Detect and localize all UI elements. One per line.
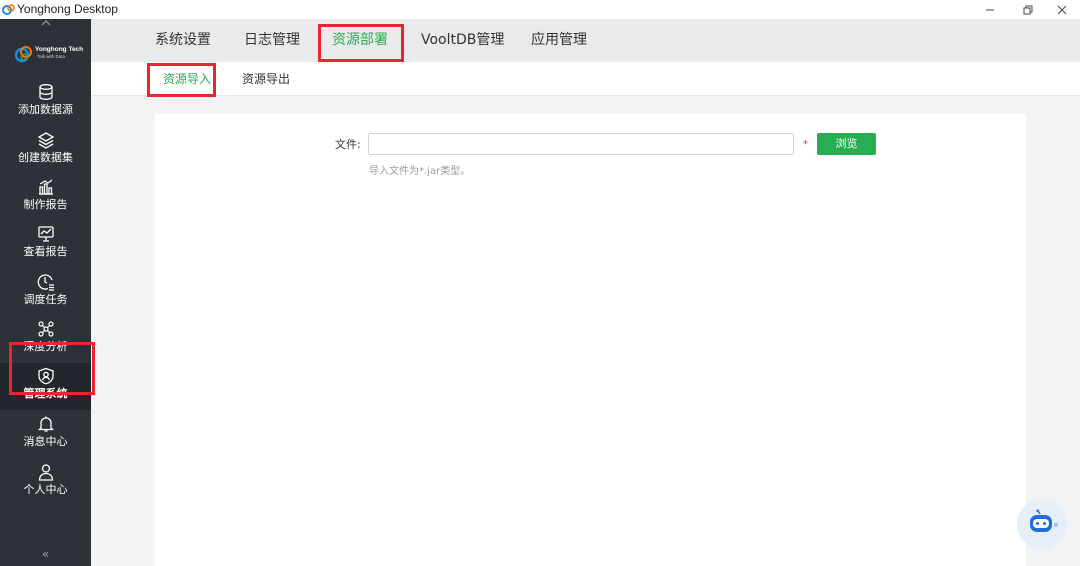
sidebar-item-add-datasource[interactable]: 添加数据源	[0, 79, 91, 126]
sidebar-item-label: 调度任务	[23, 293, 68, 306]
sidebar: Yonghong Tech Talk with Data 添加数据源 创建数据集…	[0, 19, 91, 566]
sub-nav: 资源导入 资源导出	[91, 62, 1080, 96]
sidebar-item-label: 制作报告	[23, 198, 68, 211]
clock-list-icon	[37, 274, 54, 291]
sidebar-item-label: 创建数据集	[18, 151, 73, 164]
close-icon	[1057, 5, 1067, 14]
logo-name: Yonghong Tech	[35, 46, 84, 53]
tab-app-management[interactable]: 应用管理	[531, 19, 587, 62]
sidebar-item-message-center[interactable]: 消息中心	[0, 411, 91, 458]
title-bar: Yonghong Desktop	[0, 0, 1080, 19]
close-button[interactable]	[1044, 0, 1080, 19]
sidebar-item-deep-analysis[interactable]: 深度分析	[0, 316, 91, 363]
sidebar-collapse-up[interactable]	[0, 19, 91, 33]
sidebar-item-make-report[interactable]: 制作报告	[0, 174, 91, 221]
sidebar-item-view-report[interactable]: 查看报告	[0, 221, 91, 268]
tab-vooltdb-management[interactable]: VooltDB管理	[421, 19, 504, 62]
top-nav: 系统设置 日志管理 资源部署 VooltDB管理 应用管理	[91, 19, 1080, 62]
sidebar-item-label: 消息中心	[23, 435, 68, 448]
file-label: 文件:	[335, 138, 361, 151]
sidebar-item-label: 添加数据源	[18, 103, 73, 116]
app-logo-icon	[2, 4, 15, 15]
browse-button[interactable]: 浏览	[817, 133, 876, 155]
yonghong-logo-icon	[14, 46, 32, 63]
bar-chart-icon	[38, 179, 53, 195]
restore-icon	[1023, 5, 1033, 14]
sidebar-item-label: 深度分析	[23, 340, 68, 353]
sidebar-item-personal-center[interactable]: 个人中心	[0, 459, 91, 506]
sidebar-item-admin-system[interactable]: 管理系统	[0, 363, 91, 410]
restore-button[interactable]	[1010, 0, 1046, 19]
robot-icon	[1030, 509, 1058, 532]
tab-resource-deployment[interactable]: 资源部署	[332, 19, 388, 62]
layers-icon	[37, 132, 54, 149]
sidebar-item-create-dataset[interactable]: 创建数据集	[0, 127, 91, 174]
shield-user-icon	[37, 367, 54, 385]
double-chevron-left-icon: «	[41, 547, 50, 561]
tab-system-settings[interactable]: 系统设置	[155, 19, 211, 62]
logo-tagline: Talk with Data	[37, 54, 66, 59]
tab-log-management[interactable]: 日志管理	[244, 19, 300, 62]
minimize-button[interactable]	[972, 0, 1008, 19]
minimize-icon	[986, 9, 994, 10]
sidebar-item-label: 管理系统	[23, 387, 68, 400]
chevron-up-icon	[41, 20, 50, 26]
network-icon	[37, 321, 54, 337]
subtab-resource-import[interactable]: 资源导入	[163, 62, 211, 96]
user-icon	[38, 464, 53, 481]
monitor-chart-icon	[37, 226, 54, 242]
sidebar-item-label: 个人中心	[23, 483, 68, 496]
assistant-bot-button[interactable]	[1017, 499, 1067, 549]
sidebar-collapse-button[interactable]: «	[0, 545, 91, 563]
sidebar-item-label: 查看报告	[23, 245, 68, 258]
database-icon	[38, 84, 53, 100]
window-title: Yonghong Desktop	[17, 2, 118, 16]
bell-icon	[37, 416, 54, 432]
sidebar-item-schedule-task[interactable]: 调度任务	[0, 269, 91, 316]
import-panel	[155, 114, 1026, 566]
file-type-hint: 导入文件为*.jar类型。	[369, 166, 471, 177]
required-mark: *	[803, 139, 808, 150]
brand-logo: Yonghong Tech Talk with Data	[14, 41, 83, 69]
subtab-resource-export[interactable]: 资源导出	[242, 62, 290, 96]
file-path-input[interactable]	[368, 133, 794, 155]
